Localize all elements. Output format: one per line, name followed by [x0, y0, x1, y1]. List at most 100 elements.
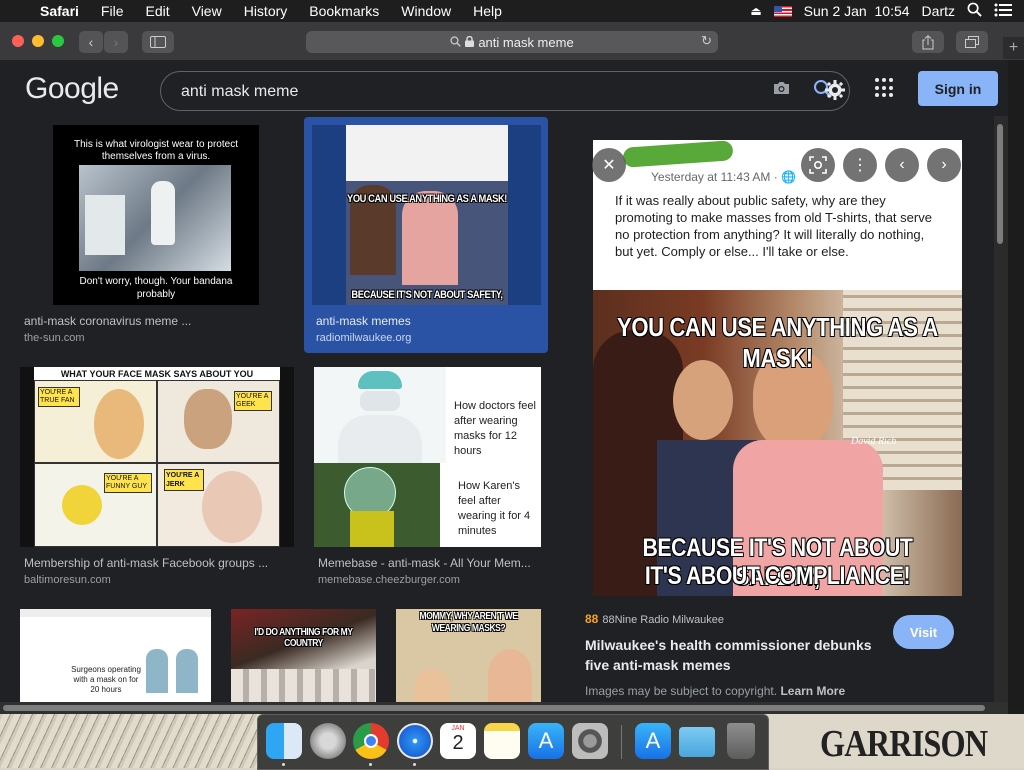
- result-thumbnail-1[interactable]: This is what virologist wear to protect …: [53, 125, 259, 305]
- spotlight-search-icon[interactable]: [967, 2, 982, 20]
- input-source-flag-icon[interactable]: [773, 5, 792, 17]
- google-apps-icon[interactable]: [875, 78, 895, 98]
- share-icon: [922, 34, 934, 49]
- result-3-label-1: YOU'RE A TRUE FAN: [38, 387, 80, 407]
- result-thumbnail-5[interactable]: Surgeons operating with a mask on for 20…: [20, 609, 211, 702]
- search-box[interactable]: anti mask meme: [160, 71, 850, 111]
- finder-icon[interactable]: [266, 723, 302, 759]
- new-tab-button[interactable]: +: [1003, 37, 1024, 59]
- result-5-text: Surgeons operating with a mask on for 20…: [71, 665, 141, 694]
- previous-image-button[interactable]: ‹: [885, 148, 919, 182]
- result-thumbnail-4[interactable]: How doctors feel after wearing masks for…: [314, 367, 541, 547]
- result-caption-3[interactable]: Membership of anti-mask Facebook groups …: [24, 556, 284, 570]
- eject-icon[interactable]: ⏏: [750, 4, 761, 18]
- search-input[interactable]: anti mask meme: [181, 83, 298, 101]
- calendar-icon[interactable]: JAN 2: [440, 723, 476, 759]
- minimize-window-button[interactable]: [32, 35, 44, 47]
- lock-icon: [465, 35, 475, 50]
- source-row[interactable]: 88 88Nine Radio Milwaukee: [585, 612, 724, 626]
- result-1-top-text: This is what virologist wear to protect …: [74, 139, 238, 162]
- menu-window[interactable]: Window: [401, 3, 462, 19]
- tabs-icon: [965, 36, 979, 48]
- result-6-text: I'D DO ANYTHING FOR MY COUNTRY: [254, 627, 353, 649]
- safari-icon[interactable]: [397, 723, 433, 759]
- result-domain-2: radiomilwaukee.org: [316, 332, 412, 344]
- share-button[interactable]: [912, 31, 944, 53]
- meme-bottom-text-2: IT'S ABOUT COMPLIANCE!: [644, 562, 911, 590]
- result-thumbnail-2[interactable]: YOU CAN USE ANYTHING AS A MASK! BECAUSE …: [312, 125, 541, 305]
- downloads-folder-icon[interactable]: [679, 727, 715, 757]
- horizontal-scrollbar[interactable]: [0, 702, 1008, 714]
- menu-view[interactable]: View: [192, 3, 233, 19]
- system-preferences-icon[interactable]: [572, 723, 608, 759]
- launchpad-icon[interactable]: [310, 723, 346, 759]
- menu-help[interactable]: Help: [473, 3, 513, 19]
- menu-file[interactable]: File: [101, 3, 135, 19]
- vertical-scroll-thumb[interactable]: [997, 124, 1003, 244]
- post-time-text: Yesterday at 11:43 AM ·: [651, 170, 782, 184]
- more-options-button[interactable]: ⋮: [843, 148, 877, 182]
- result-4-top-text: How doctors feel after wearing masks for…: [454, 400, 536, 457]
- google-logo[interactable]: Google: [25, 72, 119, 106]
- tab-overview-button[interactable]: [956, 31, 988, 53]
- back-button[interactable]: ‹: [79, 31, 103, 53]
- source-favicon: 88: [585, 612, 599, 626]
- close-window-button[interactable]: [12, 35, 24, 47]
- address-bar[interactable]: anti mask meme ↻: [306, 31, 718, 53]
- preview-title-line-2[interactable]: five anti-mask memes: [585, 657, 731, 673]
- post-text: If it was really about public safety, wh…: [615, 193, 932, 259]
- next-image-button[interactable]: ›: [927, 148, 961, 182]
- sidebar-icon: [150, 36, 166, 48]
- lens-search-button[interactable]: [801, 148, 835, 182]
- sidebar-toggle-button[interactable]: [142, 31, 174, 53]
- vertical-scrollbar[interactable]: [994, 116, 1008, 702]
- menu-app-name[interactable]: Safari: [40, 3, 90, 19]
- preview-image[interactable]: Yesterday at 11:43 AM · 🌐 If it was real…: [593, 140, 962, 596]
- meme-top-text: YOU CAN USE ANYTHING AS A MASK!: [617, 312, 938, 373]
- meme-signature: David Rich: [851, 436, 897, 447]
- control-center-icon[interactable]: [994, 3, 1012, 20]
- redacted-name-scribble: [622, 140, 734, 168]
- zoom-window-button[interactable]: [52, 35, 64, 47]
- result-3-label-3: YOU'RE A FUNNY GUY: [104, 473, 152, 493]
- menu-user[interactable]: Dartz: [922, 3, 955, 19]
- wallpaper-sketch-left: [0, 714, 260, 768]
- horizontal-scroll-thumb[interactable]: [3, 705, 985, 711]
- globe-icon: 🌐: [781, 170, 797, 184]
- preview-title-line-1[interactable]: Milwaukee's health commissioner debunks: [585, 637, 872, 653]
- copyright-notice: Images may be subject to copyright. Lear…: [585, 684, 845, 698]
- finder-running-dot: [282, 763, 285, 766]
- result-caption-4[interactable]: Memebase - anti-mask - All Your Mem...: [318, 556, 542, 570]
- search-icon: [450, 35, 462, 50]
- result-2-top-text: YOU CAN USE ANYTHING AS A MASK!: [347, 193, 507, 205]
- app-store-downloads-icon[interactable]: A: [635, 723, 671, 759]
- menu-clock[interactable]: Sun 2 Jan 10:54: [804, 3, 910, 19]
- menu-history[interactable]: History: [244, 3, 299, 19]
- result-domain-1: the-sun.com: [24, 332, 85, 344]
- close-preview-button[interactable]: ✕: [592, 148, 626, 182]
- forward-button[interactable]: ›: [104, 31, 128, 53]
- visit-button[interactable]: Visit: [893, 615, 954, 649]
- trash-icon[interactable]: [727, 723, 755, 759]
- app-store-icon[interactable]: A: [528, 723, 564, 759]
- notes-icon[interactable]: [484, 723, 520, 759]
- settings-gear-icon[interactable]: [824, 79, 846, 107]
- reload-icon[interactable]: ↻: [701, 33, 712, 49]
- result-thumbnail-6[interactable]: I'D DO ANYTHING FOR MY COUNTRY: [231, 609, 376, 702]
- result-caption-2[interactable]: anti-mask memes: [316, 314, 542, 328]
- chevron-left-icon: ‹: [88, 34, 94, 50]
- sign-in-button[interactable]: Sign in: [918, 71, 998, 106]
- chrome-icon[interactable]: [353, 723, 389, 759]
- result-1-bottom-text: Don't worry, though. Your bandana probab…: [79, 276, 233, 300]
- menu-edit[interactable]: Edit: [145, 3, 180, 19]
- lab-photo: [79, 165, 231, 271]
- menu-bookmarks[interactable]: Bookmarks: [309, 3, 390, 19]
- learn-more-link[interactable]: Learn More: [780, 684, 845, 698]
- browser-toolbar: ‹ › anti mask meme ↻: [0, 22, 1024, 61]
- camera-icon[interactable]: [773, 80, 790, 100]
- result-caption-1[interactable]: anti-mask coronavirus meme ...: [24, 314, 284, 328]
- dock-divider: [621, 725, 622, 759]
- result-2-bottom-text: BECAUSE IT'S NOT ABOUT SAFETY,: [351, 289, 503, 301]
- result-thumbnail-7[interactable]: MOMMY, WHY AREN'T WE WEARING MASKS?: [396, 609, 541, 702]
- result-thumbnail-3[interactable]: WHAT YOUR FACE MASK SAYS ABOUT YOU YOU'R…: [20, 367, 294, 547]
